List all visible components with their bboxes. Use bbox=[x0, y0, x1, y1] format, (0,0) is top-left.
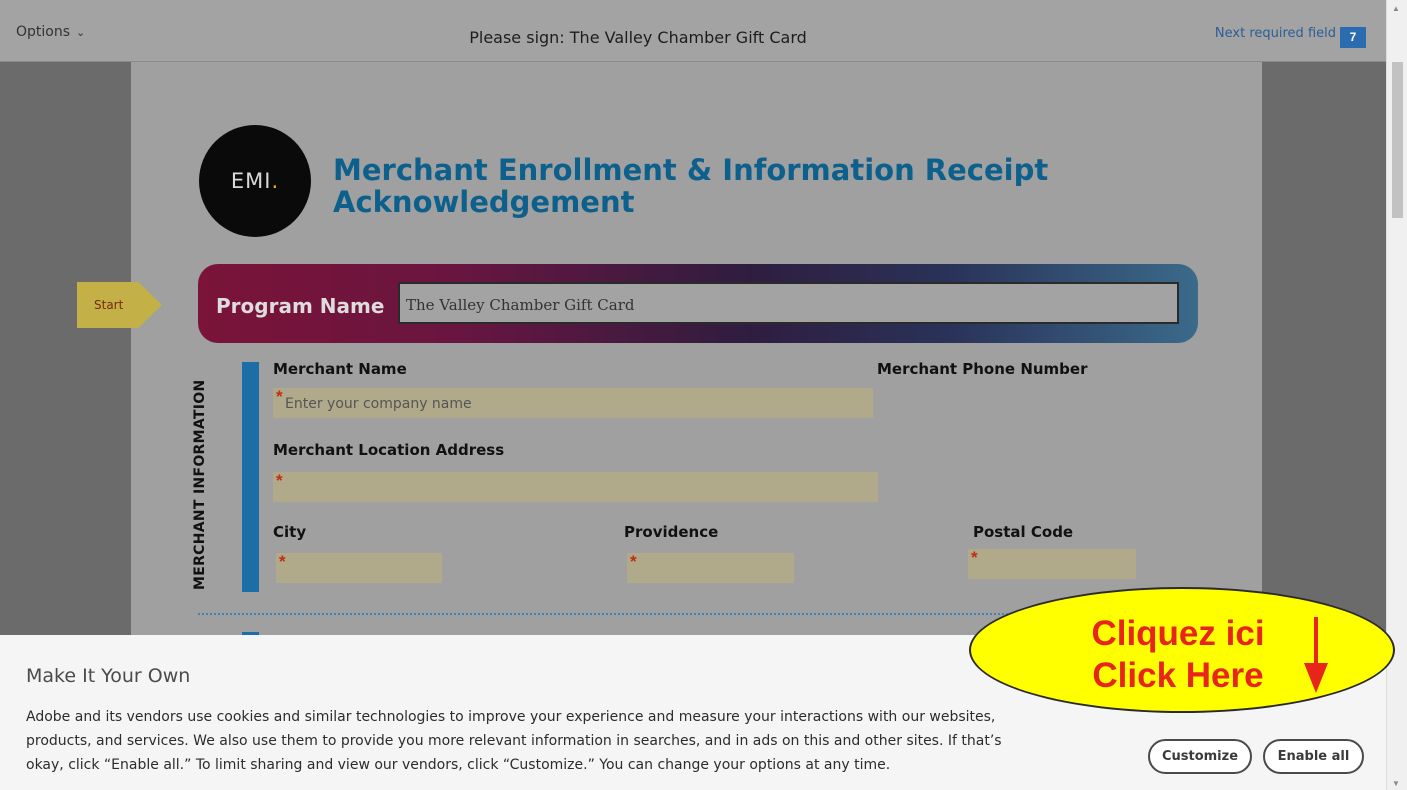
merchant-address-label: Merchant Location Address bbox=[273, 441, 505, 459]
required-star: * bbox=[630, 552, 637, 571]
vertical-scrollbar[interactable]: ▲ ▼ bbox=[1386, 0, 1407, 790]
form-title: Merchant Enrollment & Information Receip… bbox=[333, 153, 1049, 219]
merchant-name-label: Merchant Name bbox=[273, 360, 407, 378]
click-here-callout: Cliquez ici Click Here bbox=[969, 587, 1395, 713]
scroll-down-arrow-icon[interactable]: ▼ bbox=[1392, 779, 1400, 788]
city-field[interactable]: * bbox=[276, 552, 442, 583]
cookie-banner-title: Make It Your Own bbox=[26, 665, 191, 687]
required-star: * bbox=[971, 548, 978, 567]
logo-dot: . bbox=[271, 169, 280, 193]
section-accent-bar bbox=[242, 362, 259, 592]
program-name-label: Program Name bbox=[216, 294, 385, 318]
required-star: * bbox=[276, 387, 283, 406]
callout-line-french: Cliquez ici bbox=[1091, 614, 1265, 653]
merchant-address-field[interactable]: * bbox=[273, 471, 878, 502]
next-required-field-link[interactable]: Next required field bbox=[1215, 26, 1336, 41]
program-name-field[interactable]: The Valley Chamber Gift Card bbox=[398, 282, 1179, 324]
enable-all-button[interactable]: Enable all bbox=[1263, 739, 1364, 774]
required-star: * bbox=[279, 552, 286, 571]
cookie-banner-text: Adobe and its vendors use cookies and si… bbox=[26, 709, 1002, 773]
required-field-count-badge[interactable]: 7 bbox=[1340, 27, 1366, 48]
section-divider bbox=[198, 613, 1028, 615]
merchant-information-section-label: MERCHANT INFORMATION bbox=[192, 379, 208, 590]
merchant-phone-label: Merchant Phone Number bbox=[877, 360, 1088, 378]
arrow-down-icon bbox=[1314, 617, 1318, 665]
province-field[interactable]: * bbox=[627, 552, 794, 583]
callout-line-english: Click Here bbox=[1092, 656, 1264, 695]
required-star: * bbox=[276, 471, 283, 490]
callout-text: Cliquez ici Click Here bbox=[1043, 613, 1313, 697]
postal-code-label: Postal Code bbox=[973, 523, 1074, 541]
document-toolbar: Options ⌄ Please sign: The Valley Chamber… bbox=[0, 0, 1386, 62]
document-title: Please sign: The Valley Chamber Gift Car… bbox=[469, 28, 807, 47]
logo-text: EMI bbox=[230, 169, 272, 193]
program-name-bar: Program Name The Valley Chamber Gift Car… bbox=[198, 264, 1198, 343]
emi-logo: EMI. bbox=[199, 125, 311, 237]
province-label: Providence bbox=[624, 523, 719, 541]
scroll-thumb[interactable] bbox=[1392, 62, 1403, 218]
customize-button[interactable]: Customize bbox=[1148, 739, 1252, 774]
postal-code-field[interactable]: * bbox=[968, 548, 1136, 579]
scroll-up-arrow-icon[interactable]: ▲ bbox=[1392, 4, 1400, 13]
merchant-name-placeholder: Enter your company name bbox=[285, 396, 472, 412]
city-label: City bbox=[273, 523, 307, 541]
arrow-down-icon-head bbox=[1304, 663, 1328, 693]
merchant-name-field[interactable]: * Enter your company name bbox=[273, 387, 873, 418]
